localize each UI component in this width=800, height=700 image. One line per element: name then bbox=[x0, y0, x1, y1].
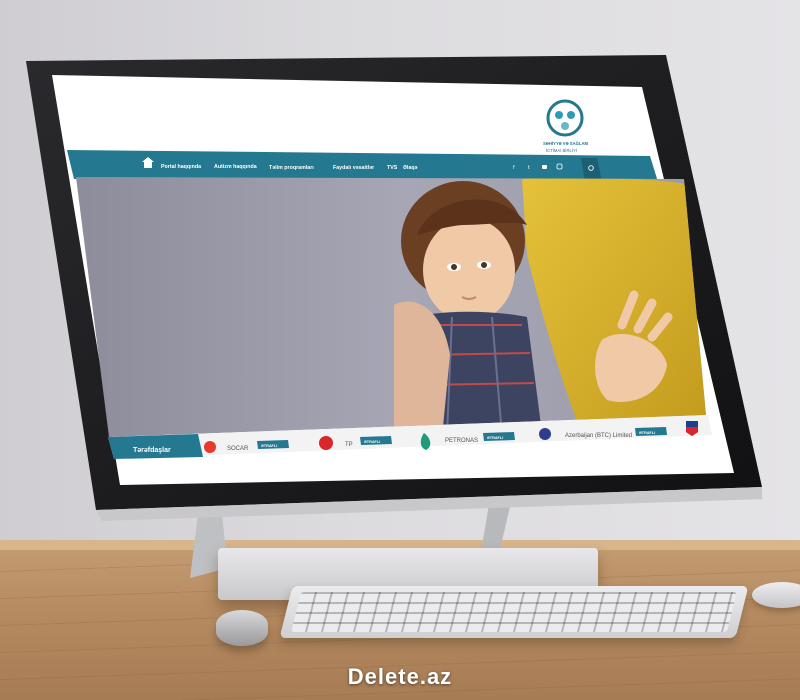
facebook-icon[interactable]: f bbox=[513, 165, 515, 171]
socar-logo-icon bbox=[204, 441, 216, 453]
partner-name-4: Azerbaijan (BTC) Limited bbox=[565, 433, 632, 439]
partner-button-label-4: ƏTRAFLI bbox=[639, 431, 655, 435]
nav-item-training[interactable]: Təlim proqramları bbox=[269, 165, 314, 171]
nav-item-resources[interactable]: Faydalı vəsaitlər bbox=[333, 165, 374, 171]
nav-item-portal[interactable]: Portal haqqında bbox=[161, 164, 201, 170]
nav-item-tvs[interactable]: TVS bbox=[387, 165, 398, 171]
nav-item-autism[interactable]: Autizm haqqında bbox=[214, 164, 257, 170]
monitor: SƏHİYYƏ VƏ SAĞLAM İCTİMAİ BİRLİYİ Portal… bbox=[26, 55, 762, 521]
tp-logo-icon bbox=[319, 436, 333, 450]
hero-image bbox=[76, 177, 706, 437]
logo-text-line2: İCTİMAİ BİRLİYİ bbox=[546, 148, 577, 153]
partner-name-1: SOCAR bbox=[227, 446, 249, 452]
youtube-icon[interactable] bbox=[542, 165, 547, 169]
btc-logo-icon bbox=[539, 428, 551, 440]
partner-button-label-3: ƏTRAFLI bbox=[487, 436, 503, 440]
twitter-icon[interactable]: t bbox=[528, 165, 530, 171]
nav-item-contact[interactable]: Əlaqə bbox=[403, 165, 417, 171]
logo-text-line1: SƏHİYYƏ VƏ SAĞLAM bbox=[543, 141, 588, 146]
watermark: Delete.az bbox=[347, 664, 453, 689]
partners-label: Tərəfdaşlar bbox=[133, 447, 171, 454]
partner-name-3: PETRONAS bbox=[445, 438, 478, 444]
surface-dial bbox=[216, 610, 268, 646]
partner-button-label-1: ƏTRAFLI bbox=[261, 444, 277, 448]
partner-name-2: TP bbox=[345, 442, 353, 448]
partner-button-label-2: ƏTRAFLI bbox=[364, 440, 380, 444]
keyboard bbox=[279, 586, 749, 638]
